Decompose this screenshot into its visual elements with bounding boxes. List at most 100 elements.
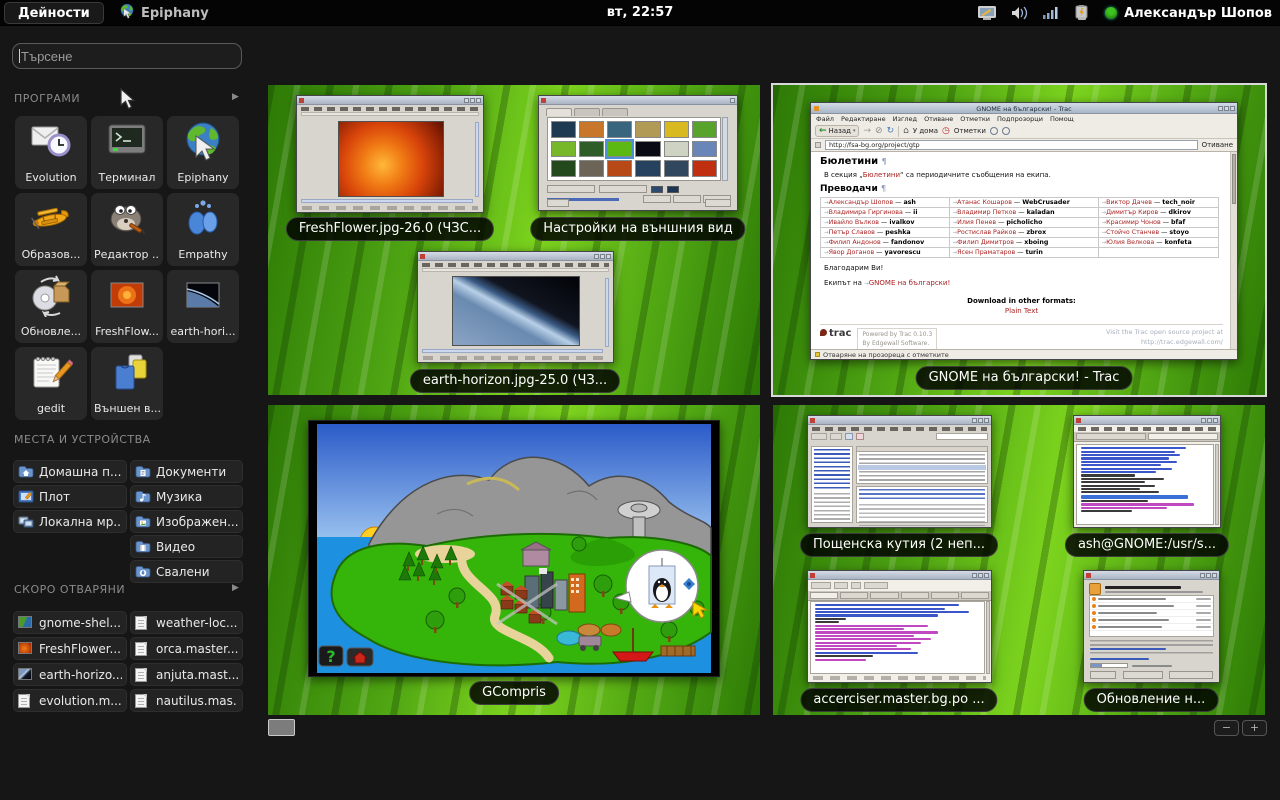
translator-link[interactable]: Ясен Праматаров: [957, 249, 1015, 256]
tab-bar[interactable]: [546, 108, 737, 116]
app-tile-evolution[interactable]: Evolution: [15, 116, 87, 189]
window-gcompris[interactable]: ?: [308, 420, 720, 677]
app-tile-gcompris[interactable]: Образов...: [15, 193, 87, 266]
translator-link[interactable]: Филип Димитров: [957, 239, 1014, 246]
remove-button[interactable]: [673, 195, 701, 203]
scrollbar[interactable]: [986, 601, 990, 674]
window-terminal[interactable]: [1073, 415, 1221, 528]
workspace-indicator[interactable]: [268, 719, 295, 736]
help-button[interactable]: [547, 199, 569, 207]
recent-expand-icon[interactable]: ▶: [232, 583, 239, 593]
remove-workspace-button[interactable]: −: [1214, 720, 1239, 736]
forward-button[interactable]: →: [863, 126, 871, 136]
translator-link[interactable]: Филип Андонов: [829, 239, 881, 246]
selected-message-row[interactable]: [858, 465, 986, 470]
history-icon[interactable]: ◷: [942, 126, 950, 136]
search-input[interactable]: [12, 43, 242, 69]
recent-item[interactable]: evolution.m...: [13, 689, 127, 712]
zoom-in-icon[interactable]: [1002, 127, 1010, 135]
translator-link[interactable]: Виктор Дачев: [1106, 199, 1152, 206]
home-icon[interactable]: ⌂: [903, 126, 909, 136]
translator-link[interactable]: Димитър Киров: [1106, 209, 1158, 216]
place-downloads[interactable]: Свалени: [130, 560, 243, 583]
bookmarks-button[interactable]: Отметки: [954, 127, 986, 135]
recent-item[interactable]: orca.master....: [130, 637, 243, 660]
activities-button[interactable]: Дейности: [4, 2, 104, 24]
scrollbar[interactable]: [1230, 152, 1237, 349]
translator-link[interactable]: Красимир Чонов: [1106, 219, 1161, 226]
team-link[interactable]: GNOME на български!: [869, 279, 951, 287]
url-input[interactable]: http://fsa-bg.org/project/gtp: [825, 140, 1198, 150]
restore-button[interactable]: [643, 195, 671, 203]
updates-list[interactable]: [1089, 595, 1214, 637]
home-button[interactable]: У дома: [913, 127, 938, 135]
scrollbar[interactable]: [1215, 444, 1219, 525]
translator-link[interactable]: Ивайло Вълков: [829, 219, 879, 226]
help-button[interactable]: [1090, 671, 1116, 679]
app-tile-terminal[interactable]: Терминал: [91, 116, 163, 189]
place-pictures[interactable]: Изображен...: [130, 510, 243, 533]
add-workspace-button[interactable]: +: [1242, 720, 1267, 736]
translator-link[interactable]: Явор Доганов: [829, 249, 875, 256]
place-desktop[interactable]: Плот: [13, 485, 127, 508]
title-bar[interactable]: GNOME на български! - Trac: [811, 103, 1237, 114]
browser-menu-bar[interactable]: ФайлРедактиранеИзгледОтиванеОтметкиПодпр…: [811, 114, 1237, 124]
place-music[interactable]: Музика: [130, 485, 243, 508]
reload-button[interactable]: ↻: [887, 126, 895, 136]
workspace-4[interactable]: Пощенска кутия (2 неп... ash@GNOME:/usr/…: [773, 405, 1265, 715]
recent-item[interactable]: weather-loc...: [130, 611, 243, 634]
translator-link[interactable]: Стойчо Станчев: [1106, 229, 1159, 236]
wallpaper-grid[interactable]: [547, 117, 721, 181]
workspace-3[interactable]: ? GCompris: [268, 405, 760, 715]
app-tile-empathy[interactable]: Empathy: [167, 193, 239, 266]
translator-link[interactable]: Ростислав Райков: [957, 229, 1016, 236]
battery-icon[interactable]: [1072, 5, 1092, 21]
place-documents[interactable]: Документи: [130, 460, 243, 483]
check-button[interactable]: [1123, 671, 1163, 679]
user-menu[interactable]: Александър Шопов: [1105, 6, 1272, 21]
folder-tree-pane[interactable]: [811, 446, 853, 523]
scrollbar[interactable]: [422, 349, 603, 353]
app-menu[interactable]: Epiphany: [118, 3, 209, 23]
translator-link[interactable]: Владимир Петков: [957, 209, 1016, 216]
window-gimp-freshflower[interactable]: [296, 95, 484, 213]
scrollbar[interactable]: [722, 117, 728, 181]
recent-item[interactable]: gnome-shel...: [13, 611, 127, 634]
window-appearance-settings[interactable]: [538, 95, 738, 211]
window-epiphany-trac[interactable]: GNOME на български! - Trac ФайлРедактира…: [810, 102, 1238, 360]
workspace-1[interactable]: FreshFlower.jpg-26.0 (ЧЗС... Настройки н…: [268, 85, 760, 395]
terminal-tabs[interactable]: [1074, 432, 1220, 442]
trac-logo[interactable]: trac: [820, 328, 851, 339]
stop-button[interactable]: ⊘: [875, 126, 883, 136]
translator-link[interactable]: Владимира Гиргинова: [829, 209, 903, 216]
place-local-network[interactable]: Локална мр...: [13, 510, 127, 533]
recent-item[interactable]: earth-horizo...: [13, 663, 127, 686]
zoom-out-icon[interactable]: [990, 127, 998, 135]
message-list-pane[interactable]: [856, 446, 988, 484]
app-tile-epiphany[interactable]: Epiphany: [167, 116, 239, 189]
translator-link[interactable]: Петър Славов: [829, 229, 875, 236]
scrollbar[interactable]: [301, 199, 473, 203]
document-tabs[interactable]: [808, 591, 991, 601]
close-button[interactable]: [705, 199, 731, 207]
translator-link[interactable]: Александър Шопов: [829, 199, 894, 206]
clock[interactable]: вт, 22:57: [607, 5, 674, 20]
scrollbar[interactable]: [605, 278, 609, 347]
app-tile-freshflower-image[interactable]: FreshFlow...: [91, 270, 163, 343]
translator-link[interactable]: Атанас Кошаров: [957, 199, 1012, 206]
window-update-manager[interactable]: [1083, 570, 1220, 683]
back-button[interactable]: ← Назад ▾: [815, 125, 859, 137]
app-tile-gedit[interactable]: gedit: [15, 347, 87, 420]
style-controls[interactable]: [547, 185, 679, 193]
translator-link[interactable]: Юлия Велкова: [1106, 239, 1154, 246]
app-tile-earth-image[interactable]: earth-hori...: [167, 270, 239, 343]
network-signal-icon[interactable]: [1043, 6, 1059, 20]
place-videos[interactable]: Видео: [130, 535, 243, 558]
app-tile-gimp[interactable]: Редактор ...: [91, 193, 163, 266]
window-gimp-earth[interactable]: [417, 251, 614, 363]
workspace-2-active[interactable]: GNOME на български! - Trac ФайлРедактира…: [771, 83, 1267, 397]
scrollbar[interactable]: [475, 122, 479, 197]
recent-item[interactable]: anjuta.mast...: [130, 663, 243, 686]
recent-item[interactable]: FreshFlower...: [13, 637, 127, 660]
display-icon[interactable]: [977, 5, 997, 21]
